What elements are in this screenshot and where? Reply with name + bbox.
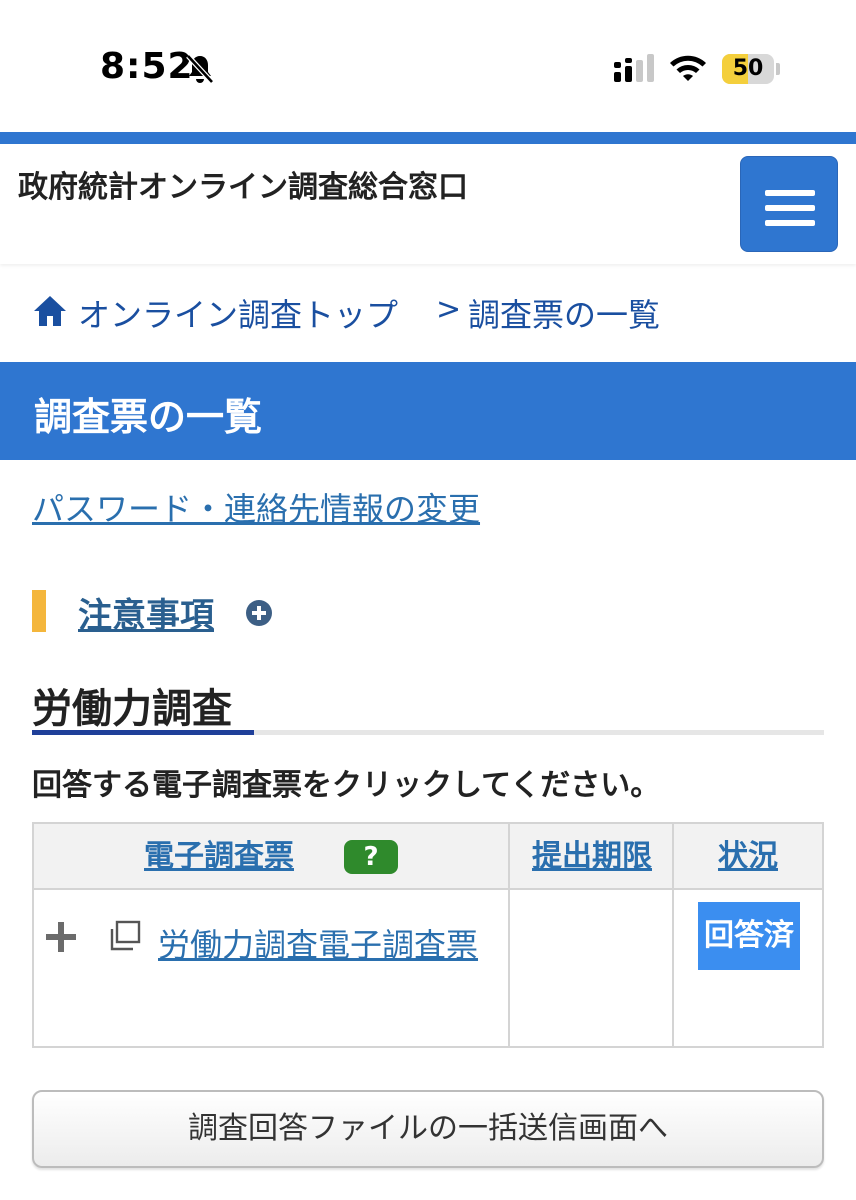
site-header: 政府統計オンライン調査総合窓口 [0,144,856,264]
battery-cap [776,63,780,75]
table-header: 電子調査票 ? 提出期限 状況 [34,824,822,890]
password-contact-change-link[interactable]: パスワード・連絡先情報の変更 [32,484,480,530]
section-rule-accent [32,730,254,735]
instruction-text: 回答する電子調査票をクリックしてください。 [32,768,661,803]
breadcrumb-home-link[interactable]: オンライン調査トップ [78,290,398,336]
home-icon [34,296,66,326]
header-deadline[interactable]: 提出期限 [510,824,674,890]
hamburger-menu-icon [765,205,815,211]
header-status-label[interactable]: 状況 [718,839,778,874]
help-icon[interactable]: ? [344,840,398,874]
battery-icon: 50 [722,54,774,84]
status-badge: 回答済 [698,902,800,970]
header-form-label[interactable]: 電子調査票 [144,824,294,890]
bell-slash-icon [186,54,214,84]
section-title: 労働力調査 [32,686,232,732]
page-title-bar: 調査票の一覧 [0,362,856,460]
site-title[interactable]: 政府統計オンライン調査総合窓口 [18,162,468,206]
bulk-submit-button[interactable]: 調査回答ファイルの一括送信画面へ [32,1090,824,1168]
hamburger-menu-icon [765,190,815,196]
status-bar: 8:52 50 [0,0,856,132]
breadcrumb-separator: > [436,292,462,327]
electronic-form-link[interactable]: 労働力調査電子調査票 [46,912,516,978]
page: 8:52 50 政府統計オンライン調査総合窓口 オンライン調査トップ > 調査票… [0,0,856,1200]
survey-table: 電子調査票 ? 提出期限 状況 労働力調査電子調査票 回答済 [32,822,824,1048]
column-separator [672,824,674,1046]
page-title: 調査票の一覧 [34,395,263,439]
header-top-line [0,132,856,144]
header-status[interactable]: 状況 [674,824,822,890]
menu-button[interactable] [740,156,838,252]
hamburger-menu-icon [765,220,815,226]
cellular-signal-icon [614,54,654,82]
plus-circle-icon[interactable] [244,598,274,628]
wifi-icon [670,55,706,81]
status-time: 8:52 [100,46,194,87]
battery-level: 50 [732,56,764,81]
notice-toggle-link[interactable]: 注意事項 [78,588,214,637]
breadcrumb-current: 調査票の一覧 [468,296,661,334]
header-form[interactable]: 電子調査票 [34,824,510,890]
header-deadline-label[interactable]: 提出期限 [532,839,652,874]
notice-accent-bar [32,590,46,632]
